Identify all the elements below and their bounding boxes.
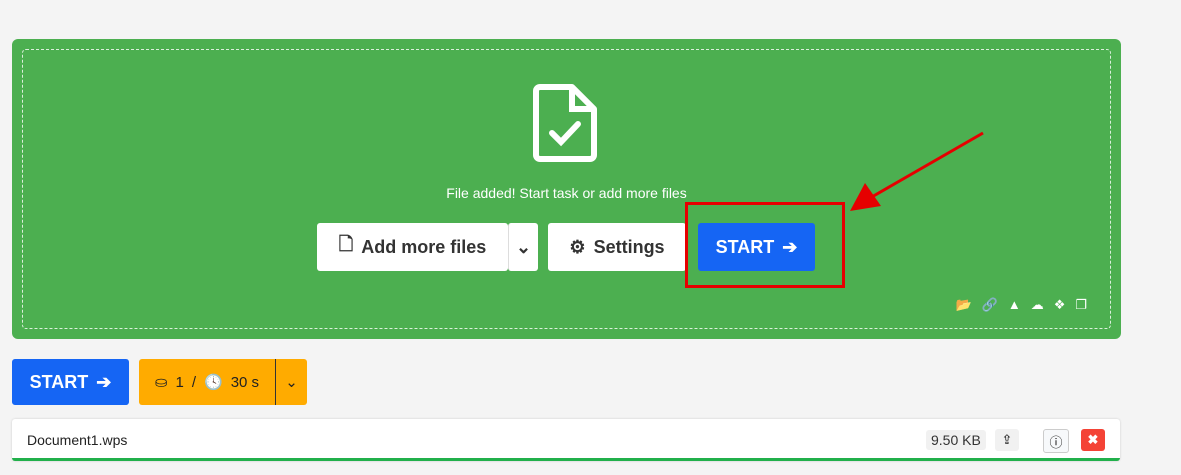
close-icon: ✖ <box>1087 432 1099 447</box>
start-button-secondary[interactable]: START ➔ <box>12 359 129 405</box>
chevron-down-icon: ⌄ <box>515 236 532 257</box>
folder-icon[interactable]: 📂 <box>955 297 971 313</box>
gears-icon: ⚙ <box>569 236 586 257</box>
clipboard-icon[interactable]: ❐ <box>1075 297 1087 313</box>
onedrive-icon[interactable]: ☁ <box>1031 297 1044 313</box>
file-check-icon <box>533 84 597 162</box>
dropbox-icon[interactable]: ❖ <box>1054 297 1066 313</box>
upload-icon: ⇪ <box>1001 432 1013 447</box>
file-name: Document1.wps <box>27 432 128 448</box>
coin-icon: ⛀ <box>154 374 168 391</box>
google-drive-icon[interactable]: ▲ <box>1008 297 1021 313</box>
settings-button[interactable]: ⚙ Settings <box>548 223 686 271</box>
file-size: 9.50 KB <box>926 430 986 450</box>
arrow-right-icon: ➔ <box>96 371 112 392</box>
add-files-dropdown[interactable]: ⌄ <box>508 223 538 271</box>
info-button[interactable]: ⓘ <box>1043 429 1069 453</box>
credits-dropdown[interactable]: ⌄ <box>275 359 307 405</box>
file-plus-icon: 🗋 <box>338 234 354 254</box>
file-row: Document1.wps 9.50 KB ⇪ ⓘ ✖ <box>12 419 1120 461</box>
add-more-files-button[interactable]: 🗋 Add more files <box>317 223 508 271</box>
clock-icon: 🕓 <box>204 374 223 391</box>
upload-button[interactable]: ⇪ <box>995 429 1019 451</box>
chevron-down-icon: ⌄ <box>285 374 298 391</box>
credits-info: ⛀ 1/🕓 30 s <box>139 359 275 405</box>
highlight-annotation <box>685 202 845 288</box>
info-icon: ⓘ <box>1049 434 1063 450</box>
remove-file-button[interactable]: ✖ <box>1081 429 1105 451</box>
link-icon[interactable]: 🔗 <box>982 297 998 313</box>
annotation-arrow-icon <box>850 131 984 211</box>
